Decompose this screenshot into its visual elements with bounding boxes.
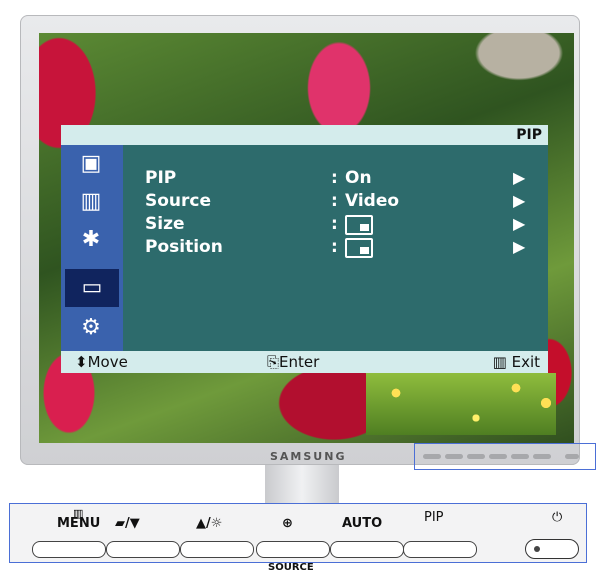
auto-button[interactable] xyxy=(330,541,404,558)
pip-button[interactable] xyxy=(403,541,477,558)
osd-menu: PIP ▣ ▥ ✱ ▭ ⚙ PIP : On ▶ Source : Video … xyxy=(61,125,548,373)
osd-content: PIP : On ▶ Source : Video ▶ Size : ▶ Pos… xyxy=(123,145,548,351)
pip-size-icon xyxy=(345,215,373,235)
arrow-right-icon: ▶ xyxy=(513,168,526,187)
picture-icon[interactable]: ▣ xyxy=(72,149,110,179)
enter-hint: Enter xyxy=(279,353,320,371)
source-icon: ⊕ xyxy=(282,516,293,531)
osd-footer: ⬍Move ⎘Enter ▥ Exit xyxy=(61,351,548,373)
exit-hint: Exit xyxy=(511,353,540,371)
pip-value: On xyxy=(345,168,372,188)
menu-button[interactable] xyxy=(32,541,106,558)
updown-icon: ⬍ xyxy=(75,353,88,371)
source-button[interactable] xyxy=(256,541,330,558)
pip-icon[interactable]: ▭ xyxy=(65,269,119,307)
brightness-button[interactable] xyxy=(180,541,254,558)
setup-icon[interactable]: ⚙ xyxy=(72,313,110,343)
position-row[interactable]: Position : ▶ xyxy=(145,236,540,258)
button-panel-zoom: ▥ MENU ▰/▼ ▲/☼ ⊕ SOURCE AUTO PIP ⏻ xyxy=(9,503,587,573)
color-icon[interactable]: ▥ xyxy=(72,187,110,217)
menu-label: MENU xyxy=(57,516,101,531)
source-row[interactable]: Source : Video ▶ xyxy=(145,190,540,212)
move-hint: Move xyxy=(87,353,128,371)
pip-row[interactable]: PIP : On ▶ xyxy=(145,167,540,189)
power-button[interactable] xyxy=(525,539,579,559)
size-label: Size xyxy=(145,214,185,234)
menu-icon: ▥ xyxy=(492,353,507,371)
arrow-right-icon: ▶ xyxy=(513,237,526,256)
osd-title: PIP xyxy=(516,127,542,143)
osd-title-bar: PIP xyxy=(61,125,548,145)
pip-window xyxy=(366,373,556,435)
position-label: Position xyxy=(145,237,223,257)
magicbright-button[interactable] xyxy=(106,541,180,558)
enter-icon: ⎘ xyxy=(267,353,280,371)
magicbright-icon: ▰ xyxy=(115,516,125,531)
source-value: Video xyxy=(345,191,400,211)
power-icon: ⏻ xyxy=(552,510,563,525)
pip-label: PIP xyxy=(145,168,177,188)
brand-logo: SAMSUNG xyxy=(270,450,347,463)
arrow-right-icon: ▶ xyxy=(513,214,526,233)
auto-label: AUTO xyxy=(342,516,383,531)
source-label: SOURCE xyxy=(268,562,314,573)
pip-label: PIP xyxy=(424,510,444,525)
front-buttons-highlight xyxy=(414,443,596,470)
source-label: Source xyxy=(145,191,212,211)
size-row[interactable]: Size : ▶ xyxy=(145,213,540,235)
monitor-stand xyxy=(265,465,339,503)
magic-label: /▼ xyxy=(125,516,140,531)
pip-position-icon xyxy=(345,238,373,258)
arrow-right-icon: ▶ xyxy=(513,191,526,210)
image-icon[interactable]: ✱ xyxy=(72,225,110,255)
brightness-label: ▲/☼ xyxy=(196,516,223,531)
osd-sidebar: ▣ ▥ ✱ ▭ ⚙ xyxy=(61,145,123,351)
